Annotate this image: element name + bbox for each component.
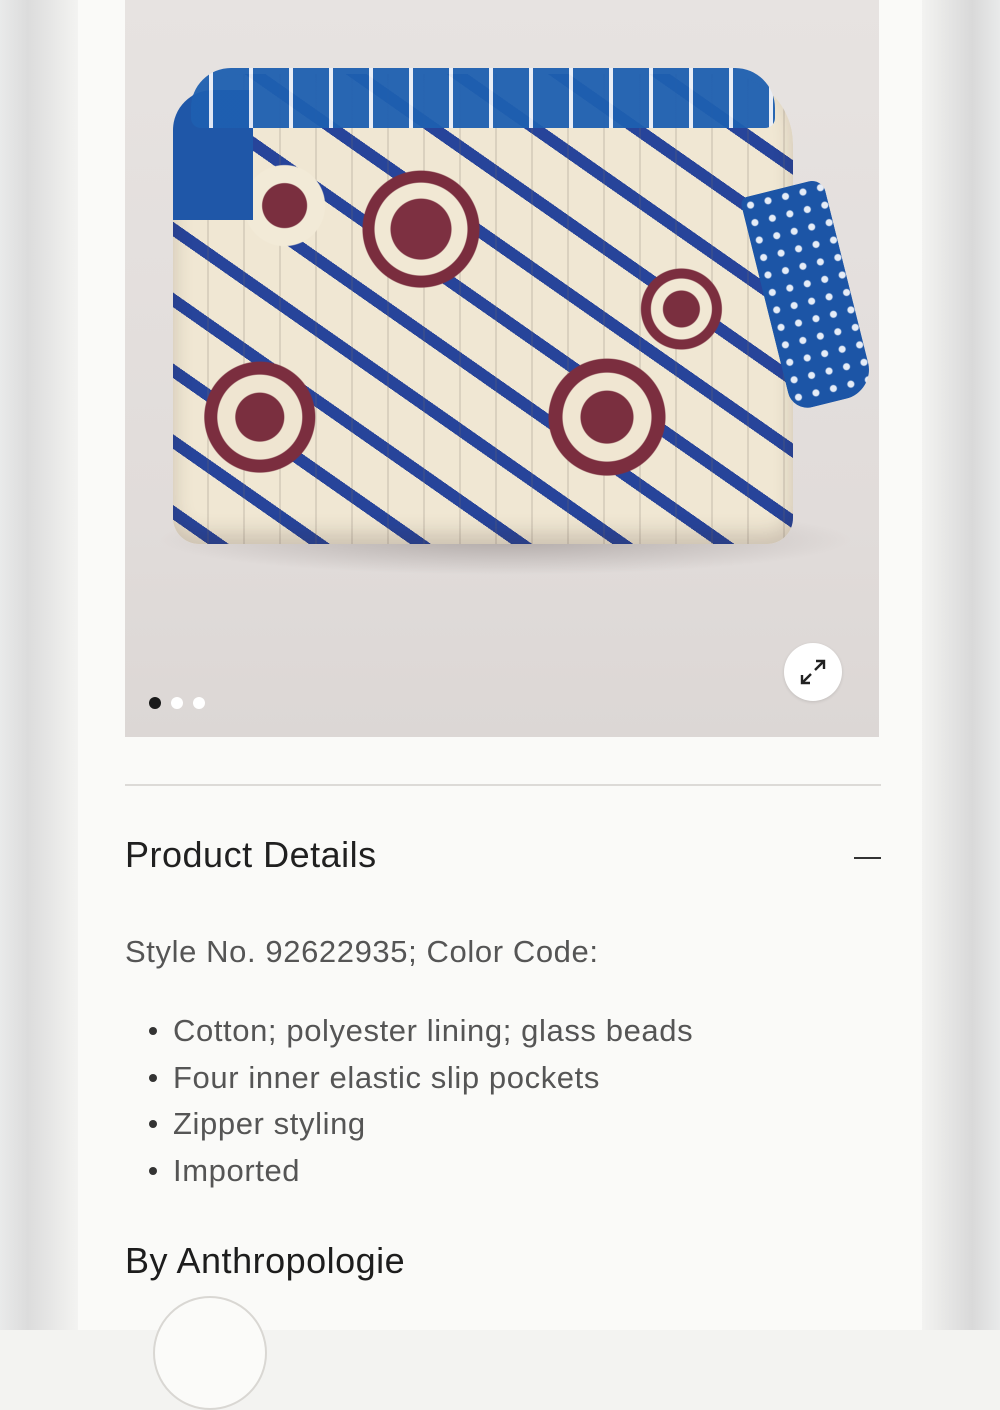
minus-icon xyxy=(854,857,881,859)
list-item-text: Zipper styling xyxy=(173,1106,366,1142)
pouch-zipper-top xyxy=(191,68,775,128)
product-image xyxy=(173,74,793,544)
right-backdrop xyxy=(920,0,1000,1330)
brand-heading: By Anthropologie xyxy=(125,1240,406,1281)
bullet-icon xyxy=(149,1027,157,1036)
carousel-indicators xyxy=(149,697,205,709)
left-backdrop xyxy=(0,0,80,1330)
carousel-dot-1[interactable] xyxy=(149,697,161,709)
product-panel: Product Details Style No. 92622935; Colo… xyxy=(78,0,922,1410)
list-item-text: Cotton; polyester lining; glass beads xyxy=(173,1013,694,1049)
section-divider xyxy=(125,784,881,786)
product-details-list: Cotton; polyester lining; glass beads Fo… xyxy=(125,1008,693,1194)
expand-image-button[interactable] xyxy=(784,643,842,701)
list-item: Cotton; polyester lining; glass beads xyxy=(125,1008,693,1055)
list-item: Imported xyxy=(125,1148,693,1195)
floating-action-button[interactable] xyxy=(153,1296,267,1410)
collapse-details-button[interactable] xyxy=(854,840,882,876)
list-item: Zipper styling xyxy=(125,1101,693,1148)
style-number-text: Style No. 92622935; Color Code: xyxy=(125,934,599,969)
bullet-icon xyxy=(149,1073,157,1082)
bullet-icon xyxy=(149,1166,157,1175)
expand-arrows-icon xyxy=(800,659,826,685)
carousel-dot-3[interactable] xyxy=(193,697,205,709)
list-item: Four inner elastic slip pockets xyxy=(125,1055,693,1102)
carousel-dot-2[interactable] xyxy=(171,697,183,709)
product-details-heading[interactable]: Product Details xyxy=(125,834,377,876)
list-item-text: Four inner elastic slip pockets xyxy=(173,1059,600,1095)
product-image-carousel[interactable] xyxy=(125,0,879,737)
list-item-text: Imported xyxy=(173,1152,301,1188)
bullet-icon xyxy=(149,1120,157,1129)
